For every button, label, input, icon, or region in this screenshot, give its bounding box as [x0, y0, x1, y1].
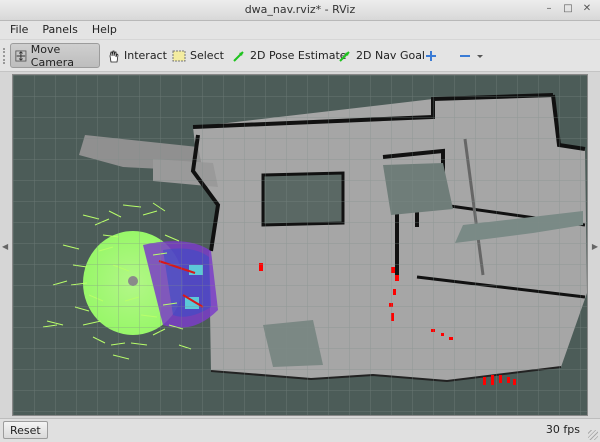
menu-panels[interactable]: Panels	[42, 21, 77, 39]
tool-label: 2D Nav Goal	[356, 49, 425, 62]
collapse-left-icon[interactable]: ◀	[2, 242, 8, 251]
tool-label: 2D Pose Estimate	[250, 49, 347, 62]
menu-bar: File Panels Help	[0, 21, 600, 39]
window-title: dwa_nav.rviz* - RViz	[244, 3, 356, 16]
hand-cursor-icon	[109, 50, 119, 62]
fps-readout: 30 fps	[545, 423, 580, 436]
tool-move-camera[interactable]: Move Camera	[10, 42, 100, 69]
tool-label: Select	[190, 49, 224, 62]
close-icon[interactable]: ✕	[580, 2, 594, 16]
reset-button[interactable]: Reset	[3, 421, 48, 439]
move-camera-icon	[15, 50, 27, 61]
map-scene[interactable]	[13, 75, 588, 416]
window-titlebar: dwa_nav.rviz* - RViz – □ ✕	[0, 0, 600, 21]
tool-select[interactable]: Select	[168, 43, 228, 68]
tool-2d-nav-goal[interactable]: 2D Nav Goal	[334, 43, 429, 68]
window-controls: – □ ✕	[542, 2, 594, 16]
tool-label: Move Camera	[30, 42, 74, 69]
tool-2d-pose-estimate[interactable]: 2D Pose Estimate	[228, 43, 351, 68]
remove-tool-button[interactable]	[454, 43, 488, 68]
green-arrow-icon	[339, 50, 350, 62]
resize-grip[interactable]	[588, 430, 598, 440]
select-box-icon	[172, 50, 186, 61]
3d-render-view[interactable]	[12, 74, 588, 416]
maximize-icon[interactable]: □	[561, 2, 575, 16]
green-arrow-icon	[233, 50, 244, 62]
chevron-down-icon	[477, 54, 483, 58]
collapse-right-icon[interactable]: ▶	[592, 242, 598, 251]
status-bar: Reset 30 fps	[0, 418, 600, 442]
grid-overlay	[13, 75, 587, 415]
plus-icon	[426, 50, 436, 61]
tools-toolbar: Move Camera Interact Select 2D Pose Esti…	[0, 40, 600, 72]
menu-file[interactable]: File	[10, 21, 28, 39]
add-tool-button[interactable]	[420, 43, 442, 68]
render-panel-container: ◀ ▶	[0, 72, 600, 418]
minimize-icon[interactable]: –	[542, 2, 556, 16]
minus-icon	[460, 54, 470, 57]
menu-help[interactable]: Help	[92, 21, 117, 39]
tool-label: Interact	[124, 49, 167, 62]
tool-interact[interactable]: Interact	[102, 43, 171, 68]
toolbar-grip[interactable]	[3, 48, 8, 64]
